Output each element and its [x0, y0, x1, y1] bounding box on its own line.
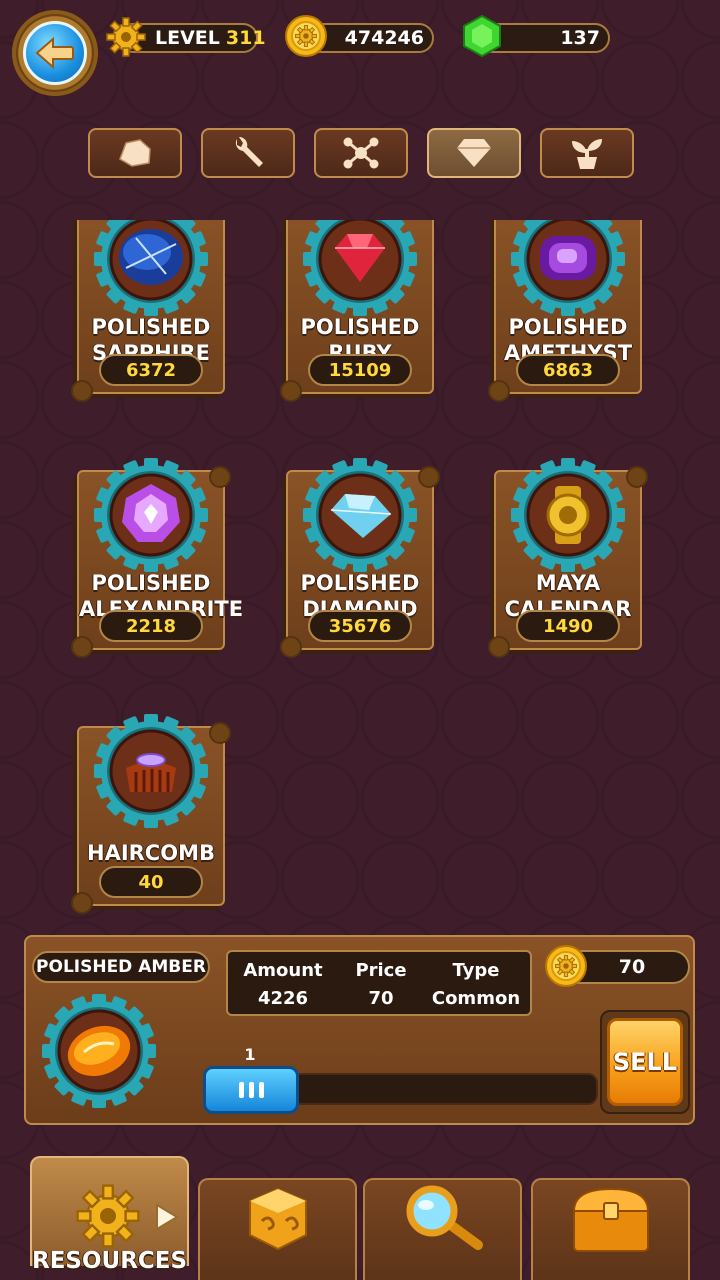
- price-value: 70: [368, 988, 394, 1009]
- green-gem-icon: [463, 14, 501, 58]
- item-quantity: 35676: [308, 610, 412, 642]
- item-quantity: 6863: [516, 354, 620, 386]
- item-card[interactable]: POLISHED AMETHYST 6863: [488, 220, 642, 402]
- item-quantity: 2218: [99, 610, 203, 642]
- item-card[interactable]: MAYA CALENDAR 1490: [488, 470, 648, 658]
- selected-item-name: POLISHED AMBER: [32, 951, 210, 983]
- alexandrite-icon: [92, 456, 210, 574]
- gem-count: 137: [560, 27, 600, 49]
- item-card[interactable]: POLISHED ALEXANDRITE 2218: [71, 470, 243, 658]
- coin-icon: [544, 944, 588, 988]
- plant-icon: [572, 139, 602, 169]
- coin-icon: [284, 14, 328, 58]
- amount-label: Amount: [243, 960, 323, 981]
- card-bolt: [209, 466, 231, 488]
- tab-gems[interactable]: [427, 128, 521, 178]
- item-card[interactable]: POLISHED SAPPHIRE 6372: [71, 220, 225, 402]
- nav-resources-label: RESOURCES: [32, 1248, 188, 1274]
- card-bolt: [418, 466, 440, 488]
- chest-icon: [572, 1187, 649, 1252]
- item-quantity: 1490: [516, 610, 620, 642]
- card-bolt: [280, 636, 302, 658]
- nav-dice[interactable]: [198, 1178, 357, 1280]
- diamond-icon: [457, 139, 491, 167]
- ruby-icon: [301, 220, 419, 318]
- dice-icon: [248, 1187, 307, 1251]
- nav-chest[interactable]: [531, 1178, 690, 1280]
- level-value: 311: [225, 27, 266, 49]
- item-name: HAIRCOMB: [87, 841, 215, 865]
- sell-button-frame: SELL: [600, 1010, 690, 1114]
- price-label: Price: [355, 960, 407, 981]
- back-arrow-icon: [23, 21, 87, 85]
- amethyst-icon: [509, 220, 627, 318]
- sell-quantity-value: 1: [244, 1045, 256, 1064]
- card-bolt: [71, 892, 93, 914]
- sapphire-icon: [92, 220, 210, 318]
- card-bolt: [71, 636, 93, 658]
- coin-count: 474246: [344, 27, 424, 49]
- card-bolt: [71, 380, 93, 402]
- rock-icon: [119, 139, 151, 167]
- back-button[interactable]: [12, 10, 98, 96]
- wrench-icon: [235, 136, 263, 167]
- slider-handle[interactable]: [203, 1066, 299, 1114]
- item-card[interactable]: POLISHED RUBY 15109: [280, 220, 434, 402]
- total-price-value: 70: [618, 956, 646, 978]
- item-quantity: 6372: [99, 354, 203, 386]
- nav-search[interactable]: [363, 1178, 522, 1280]
- tab-tools[interactable]: [201, 128, 295, 178]
- magnifier-icon: [406, 1185, 483, 1250]
- card-bolt: [488, 636, 510, 658]
- amount-value: 4226: [257, 988, 309, 1009]
- tab-rock[interactable]: [88, 128, 182, 178]
- maya-calendar-icon: [509, 456, 627, 574]
- type-label: Type: [452, 960, 500, 981]
- card-bolt: [626, 466, 648, 488]
- item-card[interactable]: POLISHED DIAMOND 35676: [280, 470, 440, 658]
- play-arrow-icon: [156, 1203, 179, 1231]
- sell-button[interactable]: SELL: [607, 1018, 683, 1106]
- item-quantity: 15109: [308, 354, 412, 386]
- diamond-gem-icon: [301, 456, 419, 574]
- tab-molecule[interactable]: [314, 128, 408, 178]
- level-label: LEVEL: [155, 27, 220, 49]
- card-bolt: [209, 722, 231, 744]
- haircomb-icon: [92, 712, 210, 830]
- level-gear-icon: [106, 17, 146, 57]
- item-card[interactable]: HAIRCOMB 40: [71, 726, 231, 914]
- type-value: Common: [431, 988, 521, 1009]
- item-stats-box: Amount 4226 Price 70 Type Common: [226, 950, 532, 1016]
- gear-icon: [76, 1184, 140, 1248]
- card-bolt: [280, 380, 302, 402]
- item-quantity: 40: [99, 866, 203, 898]
- card-bolt: [488, 380, 510, 402]
- tab-plants[interactable]: [540, 128, 634, 178]
- nav-resources[interactable]: RESOURCES: [30, 1156, 189, 1274]
- molecule-icon: [343, 137, 379, 169]
- amber-icon: [40, 992, 158, 1110]
- item-grid: POLISHED SAPPHIRE 6372 POLISHED RUBY 15109…: [0, 220, 720, 935]
